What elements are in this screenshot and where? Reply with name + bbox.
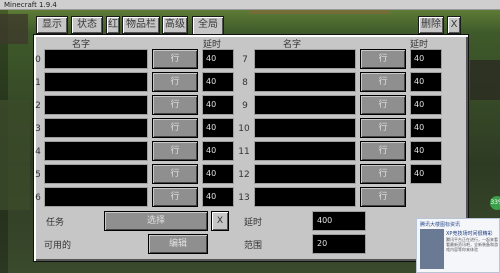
background-block — [0, 100, 30, 210]
name-field[interactable] — [44, 164, 148, 184]
close-button[interactable]: X — [447, 16, 461, 34]
row-button[interactable]: 行 — [360, 49, 406, 69]
delay-field[interactable]: 40 — [202, 95, 234, 115]
delay-field[interactable]: 40 — [410, 118, 442, 138]
clear-task-button[interactable]: X — [211, 211, 229, 231]
delay-field[interactable]: 40 — [202, 164, 234, 184]
delay-field[interactable]: 40 — [202, 141, 234, 161]
row-number: 7 — [242, 55, 248, 65]
name-field[interactable] — [44, 72, 148, 92]
name-field[interactable] — [44, 49, 148, 69]
name-field[interactable] — [44, 118, 148, 138]
delay-label: 延时 — [244, 218, 263, 228]
delay-field[interactable]: 40 — [410, 72, 442, 92]
row-number: 0 — [35, 55, 41, 65]
row-number: 12 — [238, 170, 250, 180]
tab-red[interactable]: 红 — [106, 16, 120, 34]
select-button[interactable]: 选择 — [104, 211, 208, 231]
row-button[interactable]: 行 — [152, 118, 198, 138]
row-number: 6 — [35, 193, 41, 203]
delay-field[interactable]: 40 — [410, 141, 442, 161]
available-label: 可用的 — [44, 241, 72, 251]
row-button[interactable]: 行 — [152, 141, 198, 161]
popup-thumbnail — [420, 229, 444, 269]
tab-advanced[interactable]: 高级 — [162, 16, 188, 34]
name-field[interactable] — [44, 95, 148, 115]
row-button[interactable]: 行 — [360, 187, 406, 207]
name-field[interactable] — [254, 118, 356, 138]
delete-button[interactable]: 删除 — [418, 16, 444, 34]
percent-badge: 33% — [490, 196, 500, 210]
row-button[interactable]: 行 — [152, 72, 198, 92]
row-button[interactable]: 行 — [360, 141, 406, 161]
row-number: 2 — [35, 101, 41, 111]
row-number: 13 — [238, 193, 250, 203]
row-button[interactable]: 行 — [152, 95, 198, 115]
tab-inventory[interactable]: 物品栏 — [122, 16, 160, 34]
name-field[interactable] — [254, 72, 356, 92]
row-number: 10 — [238, 124, 250, 134]
delay-field[interactable]: 40 — [202, 187, 234, 207]
delay-field[interactable]: 40 — [202, 72, 234, 92]
news-popup[interactable]: 腾讯大楼图标资讯 XP竞技场时间很精彩 腾讯平台正在进行，一起来看看最新资讯吧，… — [416, 218, 500, 273]
row-button[interactable]: 行 — [152, 187, 198, 207]
delay-field[interactable]: 40 — [202, 49, 234, 69]
row-button[interactable]: 行 — [360, 72, 406, 92]
name-field[interactable] — [254, 95, 356, 115]
row-number: 11 — [238, 147, 250, 157]
name-field[interactable] — [254, 164, 356, 184]
window-title: Minecraft 1.9.4 — [4, 1, 57, 9]
row-number: 4 — [35, 147, 41, 157]
row-button[interactable]: 行 — [360, 118, 406, 138]
name-field[interactable] — [44, 187, 148, 207]
popup-headline[interactable]: XP竞技场时间很精彩 — [446, 230, 492, 237]
row-button[interactable]: 行 — [360, 164, 406, 184]
name-field[interactable] — [44, 141, 148, 161]
popup-body: 腾讯平台正在进行，一起来看看最新资讯吧，全新装备和游戏内容等你来体验 — [446, 237, 498, 252]
range-label: 范围 — [244, 241, 263, 251]
row-number: 9 — [242, 101, 248, 111]
name-field[interactable] — [254, 187, 356, 207]
edit-button[interactable]: 编辑 — [148, 234, 208, 254]
tab-display[interactable]: 显示 — [36, 16, 68, 34]
delay-field[interactable]: 40 — [410, 95, 442, 115]
row-button[interactable]: 行 — [152, 49, 198, 69]
row-number: 8 — [242, 78, 248, 88]
name-field[interactable] — [254, 141, 356, 161]
delay-field[interactable]: 40 — [410, 49, 442, 69]
delay-field[interactable]: 40 — [202, 118, 234, 138]
row-button[interactable]: 行 — [360, 95, 406, 115]
row-button[interactable]: 行 — [152, 164, 198, 184]
task-label: 任务 — [46, 218, 65, 228]
popup-title: 腾讯大楼图标资讯 — [420, 222, 461, 228]
window-titlebar: Minecraft 1.9.4 — [0, 0, 500, 10]
row-number: 5 — [35, 170, 41, 180]
delay-input[interactable]: 400 — [312, 211, 366, 231]
background-block — [0, 14, 28, 44]
name-field[interactable] — [254, 49, 356, 69]
row-number: 1 — [35, 78, 41, 88]
row-number: 3 — [35, 124, 41, 134]
background-block — [470, 60, 500, 100]
range-input[interactable]: 20 — [312, 234, 366, 254]
delay-field[interactable]: 40 — [410, 164, 442, 184]
tab-status[interactable]: 状态 — [71, 16, 103, 34]
